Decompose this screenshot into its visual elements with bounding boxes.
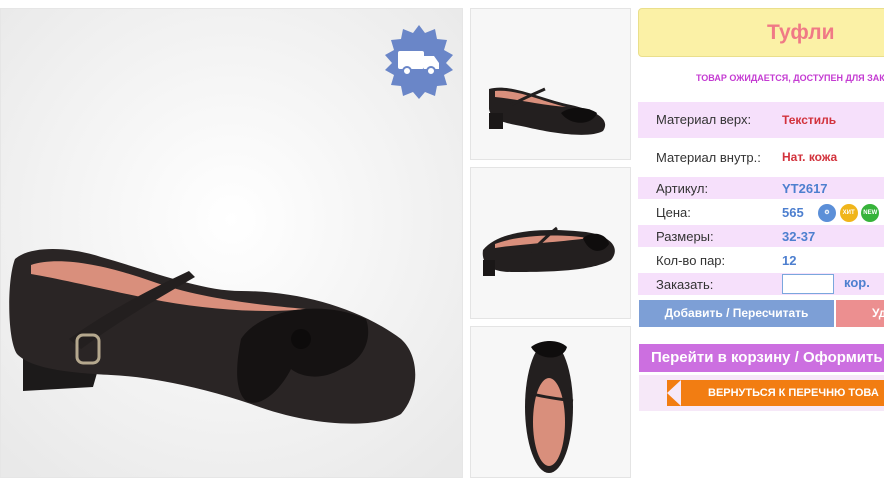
product-page: Туфли ТОВАР ОЖИДАЕТСЯ, ДОСТУПЕН ДЛЯ ЗАК … bbox=[0, 0, 884, 483]
order-row: Заказать: кор. bbox=[638, 273, 884, 295]
detail-label: Материал верх: bbox=[656, 112, 752, 127]
detail-row-pairs: Кол-во пар: 12 bbox=[638, 249, 884, 271]
product-badges: ⚙ ХИТ NEW bbox=[818, 204, 880, 222]
product-title-box: Туфли bbox=[638, 8, 884, 57]
order-unit: кор. bbox=[844, 275, 870, 290]
detail-value: 12 bbox=[782, 253, 797, 268]
arrow-left-icon bbox=[667, 380, 681, 406]
detail-label: Цена: bbox=[656, 205, 691, 220]
new-badge: NEW bbox=[861, 204, 880, 222]
detail-value: 32-37 bbox=[782, 229, 816, 244]
back-to-list-label: ВЕРНУТЬСЯ К ПЕРЕЧНЮ ТОВА bbox=[708, 387, 879, 399]
detail-row-material-top: Материал верх: Текстиль bbox=[638, 102, 884, 138]
gear-icon: ⚙ bbox=[818, 204, 836, 222]
shoe-thumb-side-image bbox=[471, 9, 630, 159]
detail-label: Материал внутр.: bbox=[656, 150, 761, 165]
shoe-thumb-angle-image bbox=[471, 168, 630, 318]
detail-row-material-inner: Материал внутр.: Нат. кожа bbox=[638, 146, 884, 168]
delivery-truck-icon bbox=[381, 23, 457, 99]
detail-label: Кол-во пар: bbox=[656, 253, 726, 268]
back-to-list-button[interactable]: ВЕРНУТЬСЯ К ПЕРЕЧНЮ ТОВА bbox=[667, 380, 884, 406]
thumbnail-2[interactable] bbox=[470, 167, 631, 319]
go-to-cart-button[interactable]: Перейти в корзину / Оформить bbox=[639, 344, 884, 372]
order-label: Заказать: bbox=[656, 277, 714, 292]
delete-button[interactable]: Уд bbox=[836, 300, 884, 327]
detail-value: YT2617 bbox=[782, 181, 828, 196]
detail-value: Текстиль bbox=[782, 113, 837, 127]
hit-badge: ХИТ bbox=[839, 204, 858, 222]
detail-row-article: Артикул: YT2617 bbox=[638, 177, 884, 199]
detail-row-price: Цена: 565 ⚙ ХИТ NEW bbox=[638, 201, 884, 223]
shoe-thumb-top-image bbox=[471, 327, 630, 477]
detail-label: Размеры: bbox=[656, 229, 714, 244]
detail-label: Артикул: bbox=[656, 181, 709, 196]
availability-status: ТОВАР ОЖИДАЕТСЯ, ДОСТУПЕН ДЛЯ ЗАК bbox=[696, 73, 884, 83]
add-recalculate-button[interactable]: Добавить / Пересчитать bbox=[639, 300, 834, 327]
product-title: Туфли bbox=[767, 21, 835, 44]
detail-row-sizes: Размеры: 32-37 bbox=[638, 225, 884, 247]
product-main-image[interactable] bbox=[0, 8, 463, 478]
thumbnail-1[interactable] bbox=[470, 8, 631, 160]
detail-value: 565 bbox=[782, 205, 804, 220]
detail-value: Нат. кожа bbox=[782, 150, 838, 164]
thumbnail-3[interactable] bbox=[470, 326, 631, 478]
order-quantity-input[interactable] bbox=[782, 274, 834, 294]
back-button-area: ВЕРНУТЬСЯ К ПЕРЕЧНЮ ТОВА bbox=[639, 375, 884, 411]
